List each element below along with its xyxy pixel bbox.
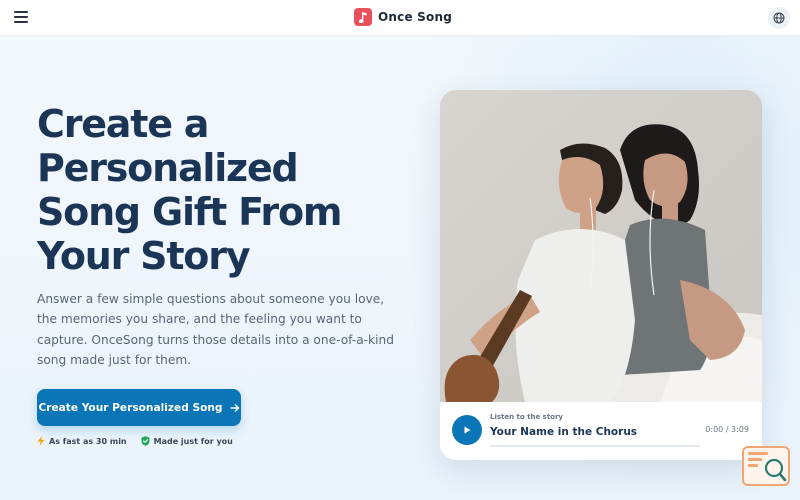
badge-personal-label: Made just for you	[153, 436, 233, 446]
feature-badges: As fast as 30 min Made just for you	[37, 436, 233, 446]
badge-personal: Made just for you	[141, 436, 233, 446]
floating-search-widget[interactable]	[742, 446, 790, 486]
hero-description: Answer a few simple questions about some…	[37, 292, 394, 367]
hero-headline: Create a Personalized Song Gift From You…	[37, 102, 342, 278]
hamburger-menu-icon[interactable]	[14, 11, 28, 23]
arrow-right-icon	[229, 403, 239, 412]
story-media-card: Listen to the story Your Name in the Cho…	[440, 90, 762, 460]
progress-bar[interactable]	[490, 445, 700, 447]
create-song-button-label: Create Your Personalized Song	[38, 401, 223, 414]
top-navigation-bar: Once Song	[0, 0, 800, 36]
shield-check-icon	[141, 436, 150, 446]
player-eyebrow: Listen to the story	[490, 413, 563, 421]
couple-with-guitar-photo	[440, 90, 762, 402]
lightning-icon	[37, 436, 45, 446]
create-song-button[interactable]: Create Your Personalized Song	[37, 389, 241, 426]
track-time: 0:00 / 3:09	[705, 425, 749, 434]
track-title: Your Name in the Chorus	[490, 426, 638, 438]
globe-icon[interactable]	[768, 7, 790, 29]
audio-player: Listen to the story Your Name in the Cho…	[440, 402, 762, 460]
play-icon	[464, 426, 471, 434]
badge-speed: As fast as 30 min	[37, 436, 127, 446]
play-button[interactable]	[452, 415, 482, 445]
brand-name: Once Song	[378, 10, 452, 24]
brand[interactable]: Once Song	[354, 8, 452, 26]
badge-speed-label: As fast as 30 min	[49, 436, 127, 446]
search-icon	[748, 452, 787, 482]
music-note-icon	[354, 8, 372, 26]
